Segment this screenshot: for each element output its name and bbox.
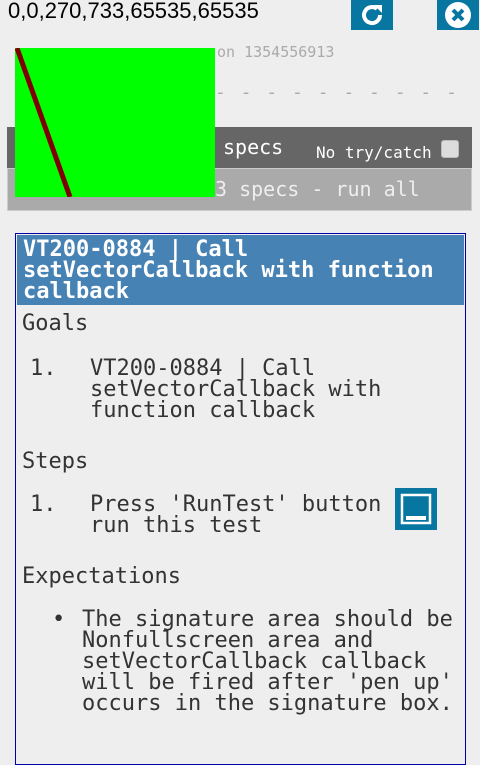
run-all-link[interactable]: 3 specs - run all [215, 177, 420, 201]
goal-text: VT200-0884 | Call setVectorCallback with… [90, 356, 382, 423]
spec-title: VT200-0884 | Call setVectorCallback with… [17, 235, 464, 305]
list-item: 1. VT200-0884 | Call setVectorCallback wi… [16, 356, 465, 423]
refresh-icon [362, 5, 383, 25]
list-number: 1. [30, 492, 57, 517]
list-item: • The signature area should be Nonfullscr… [16, 607, 465, 716]
goals-heading: Goals [22, 311, 89, 336]
specs-count: specs [223, 135, 284, 159]
signature-area[interactable] [14, 47, 215, 198]
signature-toggle-button[interactable] [395, 488, 437, 530]
no-try-catch-checkbox[interactable] [441, 140, 459, 158]
bullet: • [52, 607, 66, 632]
no-try-catch-label: No try/catch [316, 143, 432, 162]
window-icon [400, 493, 432, 525]
expectation-text: The signature area should be Nonfullscre… [82, 607, 453, 716]
steps-heading: Steps [22, 449, 89, 474]
divider: - - - - - - - - - - [215, 82, 459, 103]
version-text: on 1354556913 [217, 43, 335, 61]
close-button[interactable] [437, 0, 479, 30]
expectations-heading: Expectations [22, 564, 181, 589]
close-icon [445, 2, 471, 28]
refresh-button[interactable] [351, 0, 393, 30]
list-number: 1. [30, 356, 57, 381]
signature-stroke [14, 47, 73, 198]
coordinates-readout: 0,0,270,733,65535,65535 [8, 0, 259, 23]
